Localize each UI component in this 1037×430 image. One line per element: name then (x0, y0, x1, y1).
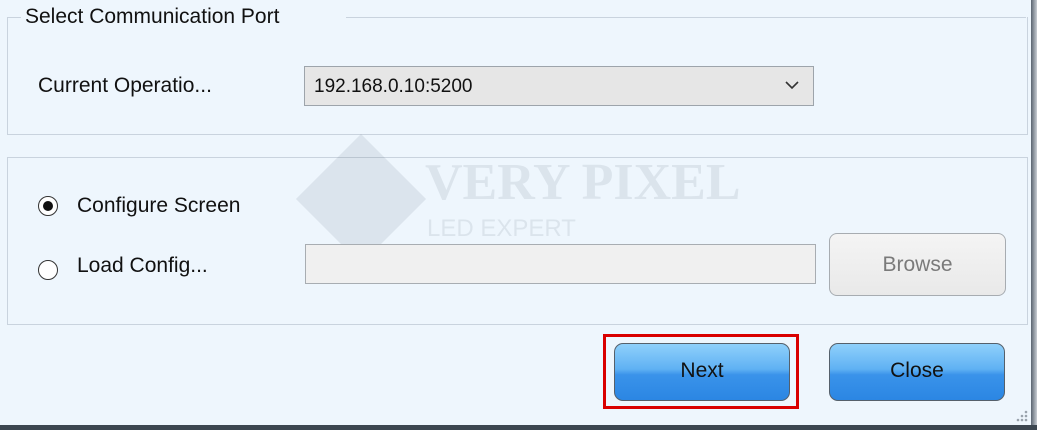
close-button[interactable]: Close (829, 343, 1005, 401)
next-button-highlight (603, 334, 799, 409)
watermark-logo: VERY PIXEL LED EXPERT (295, 133, 775, 265)
watermark-brand: VERY PIXEL (425, 154, 741, 211)
group-border (7, 17, 21, 18)
current-operation-label: Current Operatio... (38, 74, 212, 97)
configure-screen-label: Configure Screen (77, 194, 241, 217)
load-config-radio[interactable] (38, 260, 58, 280)
load-config-path-input[interactable] (305, 244, 816, 284)
radio-selected-dot (43, 201, 53, 211)
watermark-subtitle: LED EXPERT (427, 215, 576, 242)
window-edge-right (1031, 0, 1037, 430)
group-legend: Select Communication Port (25, 5, 280, 28)
current-operation-select[interactable]: 192.168.0.10:5200 (304, 66, 814, 106)
current-operation-value: 192.168.0.10:5200 (314, 76, 473, 97)
window-edge-bottom (0, 425, 1037, 430)
resize-grip-icon[interactable] (1013, 407, 1029, 423)
load-config-label: Load Config... (77, 254, 208, 277)
configure-screen-radio[interactable] (38, 196, 58, 216)
chevron-down-icon (785, 81, 799, 90)
group-border (346, 17, 1026, 18)
browse-button[interactable]: Browse (829, 233, 1006, 296)
